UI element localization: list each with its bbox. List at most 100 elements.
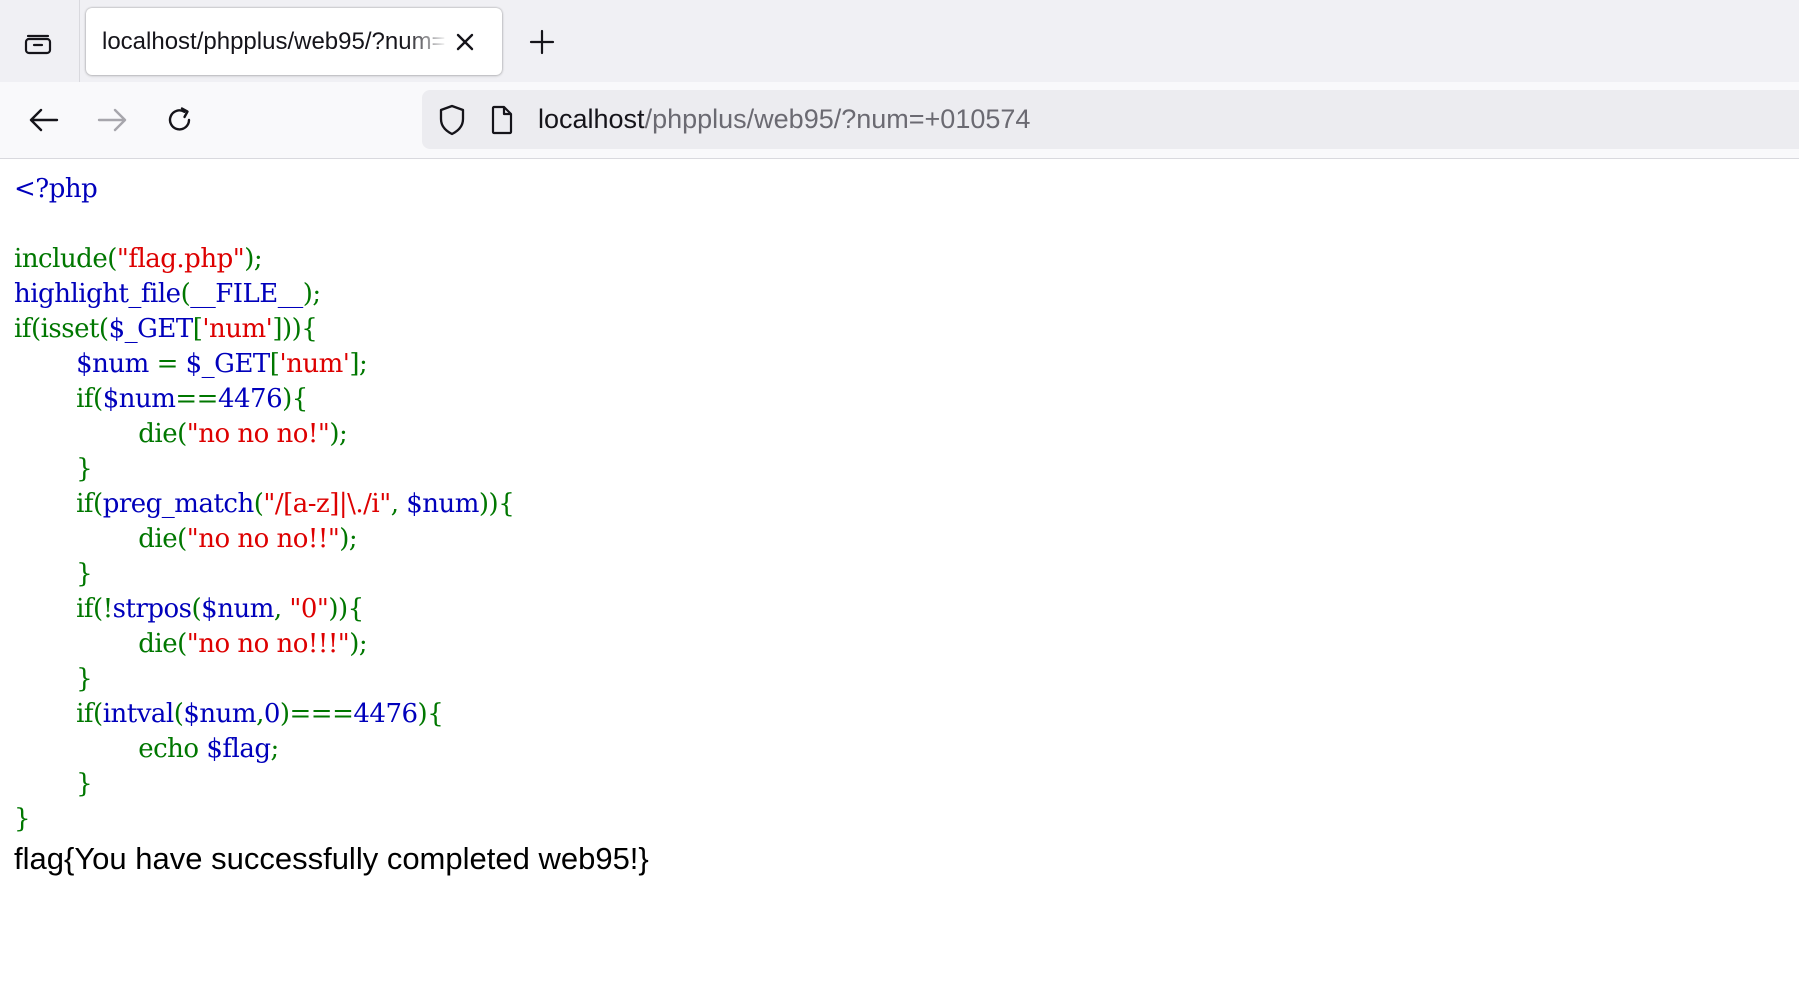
tab-active[interactable]: localhost/phpplus/web95/?num=+010574 [86,8,502,75]
code-token: intval [102,699,175,729]
site-security-button[interactable] [435,103,469,137]
arrow-right-icon [97,108,127,132]
code-token: 4476 [353,699,418,729]
url-host: localhost [538,104,645,134]
code-token: 4476 [217,384,283,414]
code-token: __FILE__ [190,279,303,309]
back-button[interactable] [20,96,68,144]
address-bar[interactable]: localhost/phpplus/web95/?num=+010574 [422,90,1799,149]
code-line: } [14,454,93,484]
code-token: $_GET [185,349,271,379]
code-token: )=== [279,699,354,729]
code-token: ); [302,279,321,309]
new-tab-button[interactable] [518,20,566,64]
code-token: if( [14,699,103,729]
code-token: ; [270,734,279,764]
code-token: ( [253,489,264,519]
code-token: if( [14,489,103,519]
code-token: , [273,594,290,624]
code-token: ( [173,699,184,729]
code-token: == [175,384,218,414]
php-source-code: <?php include("flag.php"); highlight_fil… [14,172,1784,837]
code-line: } [14,769,93,799]
code-token: } [14,559,93,589]
code-token: if(! [14,594,113,624]
code-line: die("no no no!!"); [14,524,357,554]
shield-icon [439,104,465,136]
code-token: die( [14,629,187,659]
code-token: [ [269,349,280,379]
code-token: ); [244,244,263,274]
tab-separator [79,0,80,82]
forward-button[interactable] [88,96,136,144]
code-token: "no no no!!" [186,524,340,554]
plus-icon [529,29,555,55]
code-line: if(intval($num,0)===4476){ [14,699,444,729]
code-token: die( [14,419,187,449]
code-token: } [14,769,93,799]
tab-list-icon [24,34,52,55]
tab-title: localhost/phpplus/web95/?num=+010574 [102,28,447,55]
code-token: preg_match [102,489,255,519]
code-line: die("no no no!!!"); [14,629,367,659]
code-token: ){ [417,699,444,729]
code-token: ); [339,524,358,554]
code-line: highlight_file(__FILE__); [14,279,321,309]
code-token: if( [14,384,103,414]
code-token: ])){ [272,314,318,344]
code-token: echo [14,734,207,764]
code-line: if(isset($_GET['num'])){ [14,314,318,344]
code-token: $num [76,349,157,379]
code-token: if(isset( [14,314,109,344]
code-line: echo $flag; [14,734,279,764]
code-token: , [256,699,264,729]
navigation-bar: localhost/phpplus/web95/?num=+010574 [0,82,1799,159]
code-token: 'num' [279,349,350,379]
code-token: include [14,244,108,274]
code-token: ( [191,594,202,624]
code-token: $flag [206,734,271,764]
code-token: )){ [478,489,515,519]
code-line: if(preg_match("/[a-z]|\./i", $num)){ [14,489,515,519]
code-token: } [14,664,93,694]
code-line: <?php [14,174,98,204]
flag-output: flag{You have successfully completed web… [14,841,649,876]
code-token: "flag.php" [116,244,245,274]
page-info-button[interactable] [487,103,517,137]
reload-icon [168,107,191,131]
close-icon [456,33,474,51]
code-line: $num = $_GET['num']; [14,349,368,379]
code-token: 0 [263,699,281,729]
url-text[interactable]: localhost/phpplus/web95/?num=+010574 [538,90,1030,149]
code-line: include("flag.php"); [14,244,263,274]
code-token: 'num' [202,314,273,344]
code-token: } [14,454,93,484]
code-token: = [156,349,186,379]
code-token: "no no no!!!" [186,629,350,659]
code-token: $num [406,489,479,519]
code-token: )){ [328,594,364,624]
code-token: "0" [289,594,329,624]
code-token: die( [14,524,187,554]
code-line: } [14,804,31,834]
code-token: } [14,804,31,834]
code-token: $num [201,594,274,624]
page-icon [491,105,513,135]
code-token: $num [183,699,257,729]
code-token: <?php [14,174,98,204]
code-token: [ [192,314,203,344]
tab-close-button[interactable] [448,26,482,58]
code-token: strpos [112,594,192,624]
url-path: /phpplus/web95/?num=+010574 [644,104,1031,134]
tab-list-button[interactable] [14,20,62,64]
code-token: $num [102,384,176,414]
code-token: ){ [282,384,308,414]
reload-button[interactable] [156,96,204,144]
code-line: die("no no no!"); [14,419,347,449]
code-token: ); [329,419,348,449]
arrow-left-icon [29,108,59,132]
code-line: if($num==4476){ [14,384,308,414]
code-token: "no no no!" [186,419,330,449]
code-token: $_GET [108,314,194,344]
